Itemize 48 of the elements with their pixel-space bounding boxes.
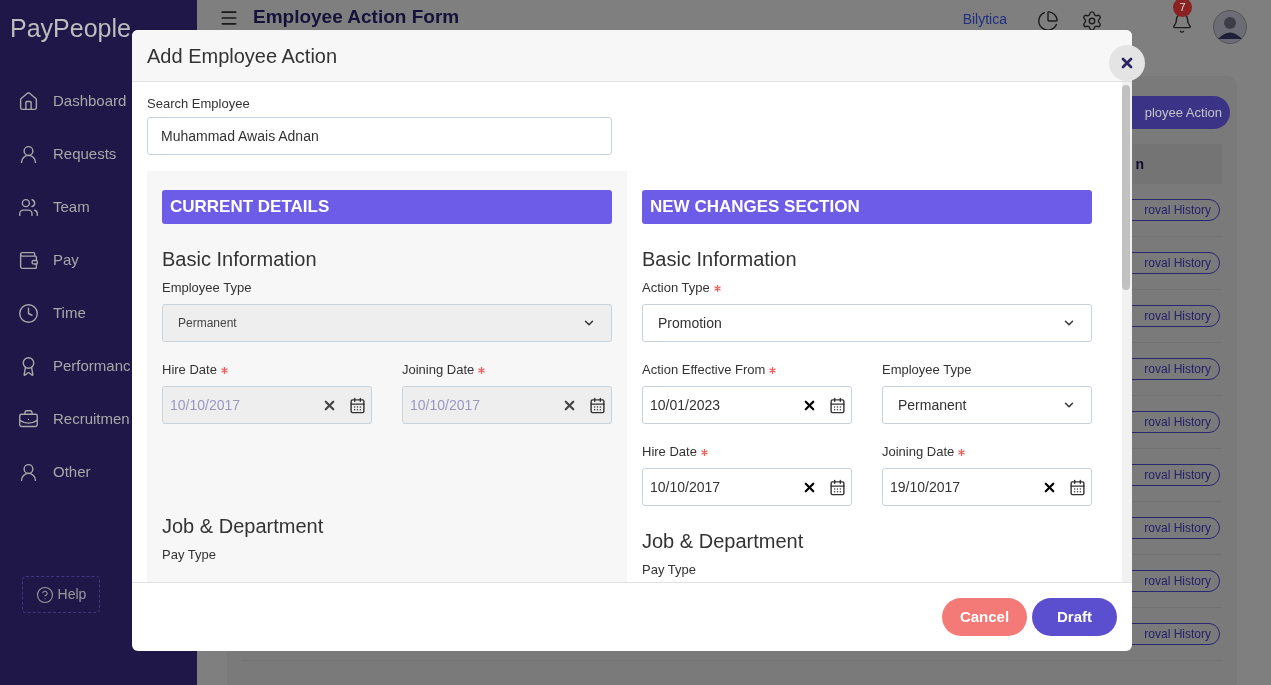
field-label: Action Effective From <box>642 361 766 380</box>
group-heading: Job & Department <box>162 514 325 539</box>
help-icon <box>35 585 54 604</box>
house-icon <box>18 90 39 112</box>
field-label: Joining Date <box>402 361 475 380</box>
calendar-icon[interactable] <box>829 478 846 496</box>
settings-icon[interactable] <box>1081 10 1103 32</box>
people-icon <box>18 196 39 218</box>
field-label: Action Type <box>642 279 710 298</box>
nav-item[interactable]: Other <box>18 457 197 487</box>
calendar-icon[interactable] <box>1069 478 1086 496</box>
logo: PayPeople <box>9 13 132 44</box>
calendar-icon[interactable] <box>829 396 846 414</box>
field-label: Joining Date <box>882 443 955 462</box>
section-header: CURRENT DETAILS <box>162 190 612 224</box>
scrollbar[interactable] <box>1122 82 1132 582</box>
clock-icon <box>18 302 39 324</box>
person-icon <box>18 143 39 165</box>
pie-chart-icon[interactable] <box>1037 10 1059 32</box>
date-field[interactable]: 10/10/2017 <box>642 468 852 506</box>
date-field[interactable]: 10/01/2023 <box>642 386 852 424</box>
draft-button[interactable]: Draft <box>1032 598 1117 636</box>
field-label: Employee Type <box>882 361 972 380</box>
person-icon <box>18 461 39 483</box>
notification-badge: 7 <box>1173 0 1192 17</box>
select-field[interactable]: Permanent <box>882 386 1092 424</box>
date-field[interactable]: 19/10/2017 <box>882 468 1092 506</box>
section-header: NEW CHANGES SECTION <box>642 190 1092 224</box>
briefcase-icon <box>18 408 39 430</box>
group-heading: Job & Department <box>642 529 805 554</box>
group-heading: Basic Information <box>162 247 318 272</box>
select-field[interactable]: Promotion <box>642 304 1092 342</box>
close-icon <box>1119 55 1135 71</box>
field-label: Pay Type <box>642 561 696 580</box>
wallet-icon <box>18 249 39 271</box>
page-title: Employee Action Form <box>253 6 460 28</box>
menu-icon[interactable] <box>219 8 239 28</box>
avatar[interactable] <box>1213 10 1247 44</box>
search-field[interactable]: Muhammad Awais Adnan <box>147 117 612 155</box>
help-button[interactable]: Help <box>22 576 100 613</box>
field-label: Search Employee <box>147 95 251 112</box>
field-label: Employee Type <box>162 279 252 298</box>
modal-title: Add Employee Action <box>147 43 338 69</box>
field-label: Pay Type <box>162 546 216 565</box>
field-label: Hire Date <box>162 361 217 380</box>
column-header: n <box>1135 154 1144 174</box>
field-label: Hire Date <box>642 443 697 462</box>
group-heading: Basic Information <box>642 247 798 272</box>
